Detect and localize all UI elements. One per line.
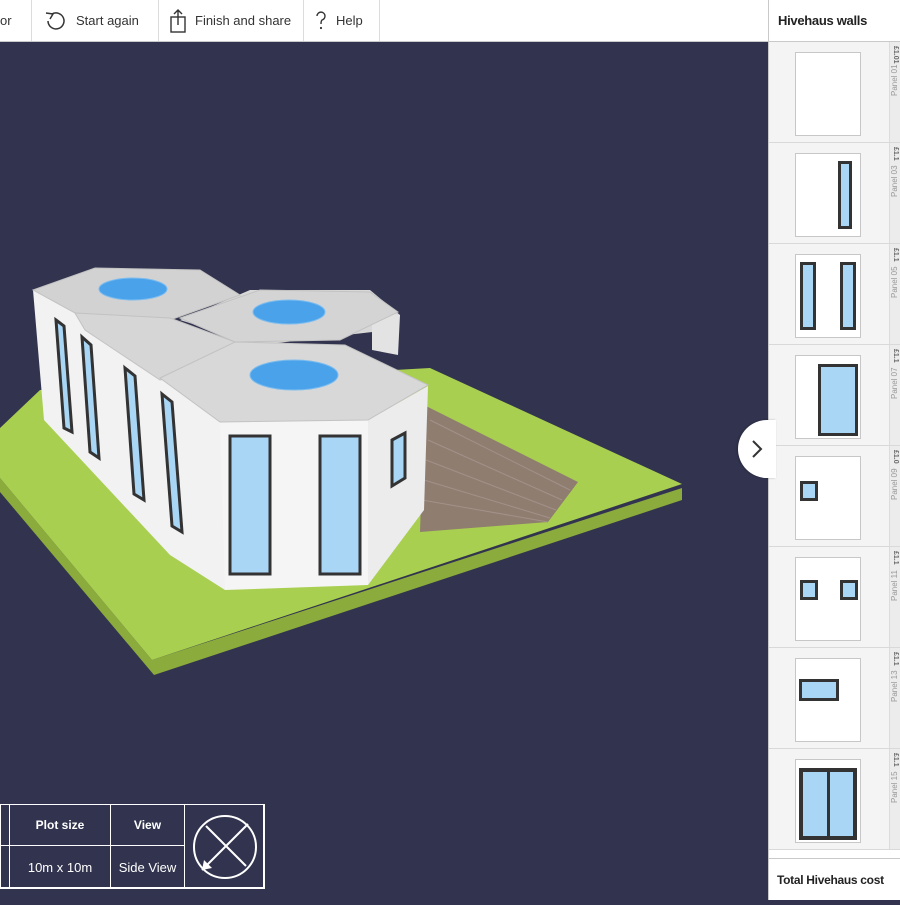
rotate-icon	[45, 11, 65, 30]
window-front-1	[228, 434, 272, 576]
finish-share-button[interactable]: Finish and share	[159, 0, 304, 41]
wall-option[interactable]: £1.1 Panel 15	[769, 749, 900, 850]
view-label: View	[110, 804, 185, 846]
wall-label: Panel 11	[890, 570, 899, 601]
wall-thumb-two-small-windows	[795, 557, 861, 641]
chevron-right-icon	[752, 440, 763, 458]
wall-label: Panel 07	[890, 367, 899, 399]
walls-panel: Hivehaus walls £1.01 Panel 01 £1.1 Panel 0…	[768, 0, 900, 900]
wall-thumb-horizontal-window	[795, 658, 861, 742]
wall-label: Panel 09	[890, 468, 899, 500]
plot-size-label: Plot size	[9, 804, 111, 846]
wall-price: £1.1	[892, 349, 899, 363]
toolbar: or Start again Finish and share Help	[0, 0, 768, 42]
plot-size-value[interactable]: 10m x 10m	[9, 845, 111, 889]
start-again-button[interactable]: Start again	[32, 0, 159, 41]
wall-price: £1.1	[892, 753, 899, 767]
wall-price: £1.1	[892, 147, 899, 161]
window-front-2	[318, 434, 362, 576]
wall-option[interactable]: £1.1 Panel 13	[769, 648, 900, 749]
compass-icon	[192, 814, 257, 879]
wall-label: Panel 03	[890, 165, 899, 197]
wall-option[interactable]: £1.1 Panel 05	[769, 244, 900, 345]
wall-thumb-wide-window	[795, 355, 861, 439]
wall-price: £1.0	[892, 450, 899, 464]
wall-label: Panel 13	[890, 670, 899, 702]
skylight-3	[249, 359, 339, 391]
wall-label: Panel 15	[890, 771, 899, 803]
3d-viewport[interactable]	[0, 42, 768, 900]
wall-price: £1.1	[892, 248, 899, 262]
total-cost-label: Total Hivehaus cost	[769, 858, 900, 900]
finish-share-label: Finish and share	[195, 13, 292, 28]
wall-option[interactable]: £1.1 Panel 03	[769, 143, 900, 244]
wall-price: £1.01	[892, 46, 899, 64]
wall-thumb-small-window	[795, 456, 861, 540]
wall-label: Panel 05	[890, 266, 899, 298]
wall-option[interactable]: £1.0 Panel 09	[769, 446, 900, 547]
wall-label: Panel 01	[890, 64, 899, 96]
wall-option[interactable]: £1.1 Panel 07	[769, 345, 900, 446]
panel-title: Hivehaus walls	[769, 0, 900, 42]
wall-option[interactable]: £1.01 Panel 01	[769, 42, 900, 143]
wall-price: £1.1	[892, 551, 899, 565]
compass-button[interactable]	[184, 804, 265, 889]
wall-thumb-blank	[795, 52, 861, 136]
skylight-2	[252, 299, 326, 325]
help-button[interactable]: Help	[304, 0, 380, 41]
view-value[interactable]: Side View	[110, 845, 185, 889]
wall-option[interactable]: £1.1 Panel 11	[769, 547, 900, 648]
question-icon	[316, 10, 326, 29]
wall-thumb-double-window	[795, 254, 861, 338]
wall-price: £1.1	[892, 652, 899, 666]
floor-button[interactable]: or	[0, 0, 32, 41]
house-scene[interactable]	[0, 42, 768, 900]
info-table: Plot size View 10m x 10m Side View	[0, 804, 265, 889]
skylight-1	[98, 277, 168, 301]
help-label: Help	[336, 13, 363, 28]
start-again-label: Start again	[76, 13, 139, 28]
window-right-1	[390, 430, 407, 489]
floor-label: or	[0, 13, 12, 28]
wall-thumb-narrow-window	[795, 153, 861, 237]
wall-thumb-door	[795, 759, 861, 843]
share-icon	[170, 8, 186, 33]
